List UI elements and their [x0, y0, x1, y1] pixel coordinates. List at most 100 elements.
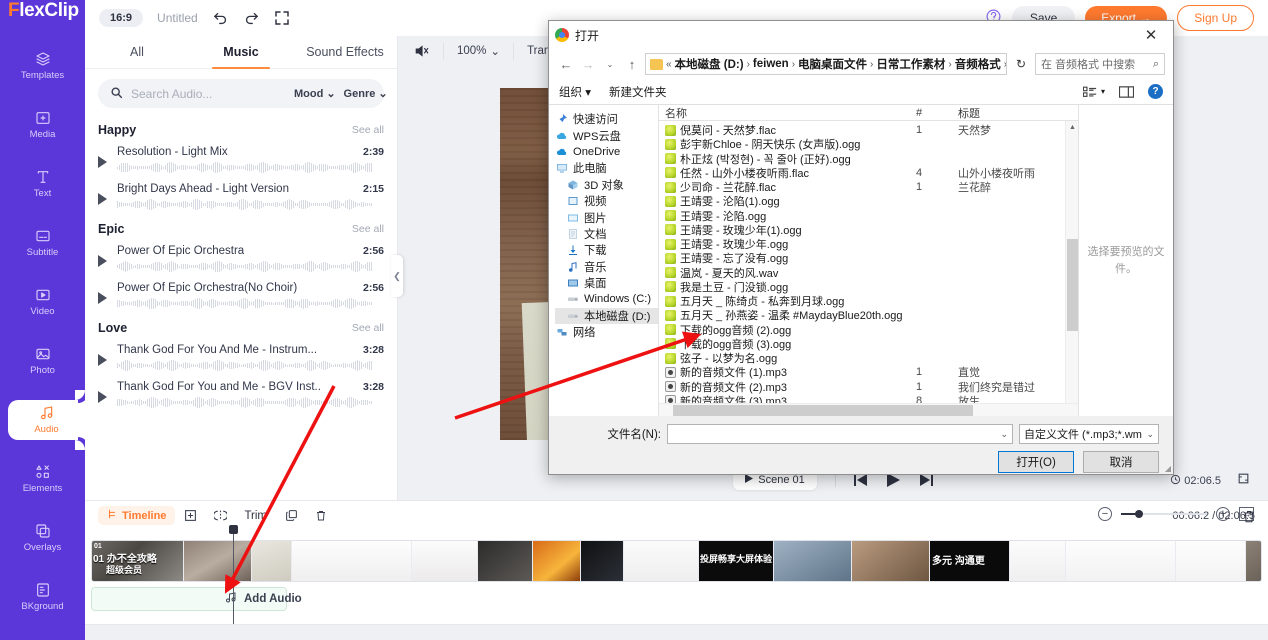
copy-icon[interactable] [276, 509, 306, 522]
file-row[interactable]: 五月天 _ 陈绮贞 - 私奔到月球.ogg [659, 294, 1078, 308]
see-all-link[interactable]: See all [352, 322, 384, 334]
timeline-tab[interactable]: Timeline [98, 506, 176, 525]
zoom-out-icon[interactable]: − [1098, 507, 1112, 521]
track-item[interactable]: Thank God For You And Me - Instrum... 3:… [85, 337, 397, 374]
sidebar-item-media[interactable]: Media [0, 105, 85, 145]
file-row[interactable]: 下载的ogg音频 (3).ogg [659, 337, 1078, 351]
sidebar-item-bkground[interactable]: BKground [0, 577, 85, 617]
timeline-clip[interactable] [412, 541, 478, 581]
scroll-up-icon[interactable]: ▲ [1066, 121, 1079, 134]
dialog-search[interactable]: 在 音频格式 中搜索 ⌕ [1035, 53, 1165, 75]
close-icon[interactable]: ✕ [1135, 22, 1167, 48]
file-list-hscrollbar[interactable] [659, 403, 1078, 416]
zoom-slider[interactable] [1121, 510, 1207, 518]
breadcrumb-item[interactable]: 日常工作素材 [876, 56, 945, 72]
scrollbar-thumb[interactable] [1067, 239, 1078, 331]
file-row[interactable]: 倪莫问 - 天然梦.flac 1 天然梦 [659, 123, 1078, 137]
file-row[interactable]: 温岚 - 夏天的风.wav [659, 266, 1078, 280]
add-icon[interactable] [175, 509, 205, 522]
dialog-sidebar-item[interactable]: 视频 [555, 193, 658, 209]
skip-next-icon[interactable] [919, 474, 933, 486]
see-all-link[interactable]: See all [352, 223, 384, 235]
dialog-sidebar-item[interactable]: 3D 对象 [555, 177, 658, 193]
play-icon[interactable] [886, 473, 900, 487]
forward-arrow-icon[interactable]: → [579, 57, 597, 72]
play-icon[interactable] [98, 156, 107, 168]
file-row[interactable]: 新的音频文件 (1).mp3 1 直觉 [659, 365, 1078, 379]
search-bar[interactable]: Mood⌄ Genre⌄ [98, 79, 388, 108]
help-icon[interactable]: ? [1148, 84, 1163, 99]
trash-icon[interactable] [1242, 509, 1256, 527]
file-row[interactable]: 朴正炫 (박정현) - 꼭 줄아 (正好).ogg [659, 152, 1078, 166]
file-row[interactable]: 任然 - 山外小楼夜听雨.flac 4 山外小楼夜听雨 [659, 166, 1078, 180]
breadcrumb-item[interactable]: 音频格式 [955, 56, 1001, 72]
delete-icon[interactable] [306, 509, 336, 522]
sidebar-item-overlays[interactable]: Overlays [0, 518, 85, 558]
file-row[interactable]: 王靖雯 - 忘了没有.ogg [659, 251, 1078, 265]
up-arrow-icon[interactable]: ↑ [623, 57, 641, 72]
preview-pane-icon[interactable] [1119, 85, 1134, 98]
timeline-clip[interactable] [478, 541, 533, 581]
skip-previous-icon[interactable] [853, 474, 867, 486]
sign-up-button[interactable]: Sign Up [1177, 5, 1254, 31]
search-input[interactable] [131, 86, 286, 101]
dialog-sidebar-item[interactable]: 本地磁盘 (D:) [555, 307, 658, 325]
see-all-link[interactable]: See all [352, 124, 384, 136]
file-row[interactable]: 新的音频文件 (2).mp3 1 我们终究是错过 [659, 380, 1078, 394]
timeline-clip[interactable] [774, 541, 852, 581]
timeline-clip-track[interactable]: 01 01 办不全攻略 超级会员 投屏畅享大屏体验 多元 沟通更 [91, 540, 1262, 582]
sidebar-item-audio[interactable]: Audio [8, 390, 85, 450]
sidebar-item-tools[interactable]: Tools [0, 636, 85, 640]
file-row[interactable]: 弦子 - 以梦为名.ogg [659, 351, 1078, 365]
file-row[interactable]: 王靖雯 - 沦陷(1).ogg [659, 194, 1078, 208]
dialog-sidebar-item[interactable]: 下载 [555, 242, 658, 258]
playhead[interactable] [229, 525, 238, 624]
tab-all[interactable]: All [85, 36, 189, 68]
aspect-ratio-button[interactable]: 16:9 [99, 9, 144, 27]
sidebar-item-photo[interactable]: Photo [0, 341, 85, 381]
filetype-select[interactable]: 自定义文件 (*.mp3;*.wma;*.aa ⌄ [1019, 424, 1159, 444]
timeline-clip[interactable] [852, 541, 930, 581]
timeline-clip[interactable] [624, 541, 699, 581]
column-title[interactable]: 标题 [958, 105, 1078, 121]
split-icon[interactable] [205, 509, 235, 522]
dialog-sidebar-item[interactable]: 图片 [555, 209, 658, 225]
project-title[interactable]: Untitled [157, 11, 198, 25]
breadcrumb-item[interactable]: 电脑桌面文件 [798, 56, 867, 72]
timeline-clip[interactable] [252, 541, 292, 581]
play-icon[interactable] [98, 255, 107, 267]
dialog-sidebar-item[interactable]: 快速访问 [555, 111, 658, 127]
zoom-slider-knob[interactable] [1135, 510, 1143, 518]
organize-button[interactable]: 组织 ▾ [559, 84, 591, 100]
hscrollbar-thumb[interactable] [673, 405, 973, 416]
back-arrow-icon[interactable]: ← [557, 57, 575, 72]
fullscreen-icon[interactable] [274, 10, 290, 26]
column-name[interactable]: 名称 [665, 105, 916, 121]
open-button[interactable]: 打开(O) [998, 451, 1074, 473]
view-list-icon[interactable]: ▾ [1082, 86, 1105, 98]
dialog-sidebar-item[interactable]: 此电脑 [555, 160, 658, 176]
play-icon[interactable] [98, 354, 107, 366]
track-item[interactable]: Power Of Epic Orchestra(No Choir) 2:56 [85, 275, 397, 312]
undo-icon[interactable] [212, 10, 229, 27]
refresh-icon[interactable]: ↻ [1011, 57, 1031, 71]
recent-dropdown-icon[interactable]: ⌄ [601, 60, 619, 69]
timeline-clip[interactable] [581, 541, 624, 581]
dialog-sidebar-item[interactable]: 桌面 [555, 275, 658, 291]
file-list-scrollbar[interactable]: ▲ ▼ [1065, 121, 1078, 416]
trim-button[interactable]: Trim [235, 510, 276, 522]
timeline-clip[interactable] [1010, 541, 1066, 581]
dialog-sidebar-item[interactable]: OneDrive [555, 144, 658, 160]
file-row[interactable]: 我是土豆 - 门没锁.ogg [659, 280, 1078, 294]
sidebar-item-video[interactable]: Video [0, 282, 85, 322]
timeline-clip[interactable] [184, 541, 252, 581]
timeline-clip[interactable] [1066, 541, 1176, 581]
file-row[interactable]: 下载的ogg音频 (2).ogg [659, 323, 1078, 337]
sidebar-item-text[interactable]: Text [0, 164, 85, 204]
sidebar-item-templates[interactable]: Templates [0, 46, 85, 86]
panel-collapse-handle[interactable]: ❮ [391, 255, 403, 297]
mute-button[interactable] [410, 42, 444, 60]
dialog-sidebar-item[interactable]: 文档 [555, 226, 658, 242]
dialog-file-list[interactable]: 名称 # 标题 倪莫问 - 天然梦.flac 1 天然梦 彭宇新Chloe - … [659, 105, 1078, 416]
mood-filter[interactable]: Mood ⌄ [294, 87, 336, 101]
